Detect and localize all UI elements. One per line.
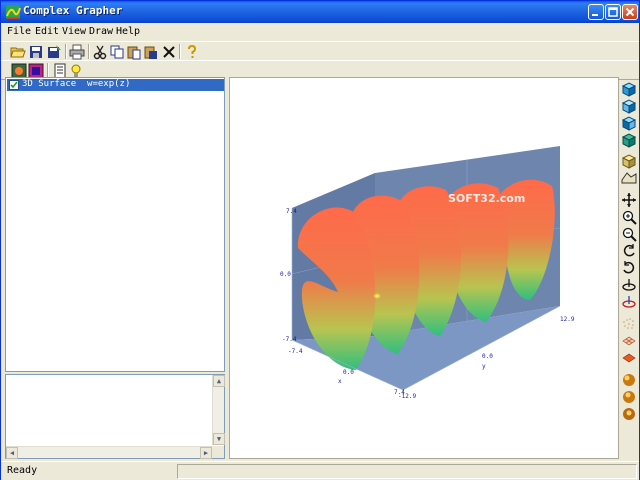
close-button[interactable] [622,4,638,20]
cut-icon[interactable] [92,44,108,60]
rotate-z-icon[interactable] [621,277,637,293]
z-tick-top: 7.4 [286,208,297,215]
paste-special-icon[interactable] [143,44,159,60]
status-bar: Ready [1,461,639,480]
main-toolbar [1,41,639,61]
list-item[interactable]: 3D Surface w=exp(z) [7,79,224,91]
x-tick-mid: 0.0 [343,369,354,376]
view-side-cube-icon[interactable] [621,115,637,131]
reset-rotate-icon[interactable] [621,294,637,310]
minimize-button[interactable] [588,4,604,20]
save-as-icon[interactable] [46,44,62,60]
graph-item-label: 3D Surface w=exp(z) [22,79,131,89]
graph-canvas[interactable]: 7.4 0.0 -7.4 -7.4 0.0 7.4 x 0.0 y 12.9 -… [229,77,619,459]
scroll-up-button[interactable]: ▲ [213,375,225,387]
watermark: SOFT32.com [448,192,525,205]
sphere-light-1-icon[interactable] [621,372,637,388]
menu-file[interactable]: File [7,26,31,37]
view-top-cube-icon[interactable] [621,98,637,114]
vertical-scrollbar[interactable]: ▲ ▼ [212,375,225,445]
menu-edit[interactable]: Edit [35,26,59,37]
minimize-icon [592,14,598,16]
zoom-out-icon[interactable] [621,226,637,242]
surface-plot[interactable]: 7.4 0.0 -7.4 -7.4 0.0 7.4 x 0.0 y 12.9 -… [230,78,620,460]
scroll-down-button[interactable]: ▼ [213,433,225,445]
rotate-x-icon[interactable] [621,243,637,259]
y-tick-front: 0.0 [482,353,493,360]
maximize-button[interactable] [605,4,621,20]
graph-list-panel[interactable]: 3D Surface w=exp(z) [5,77,225,372]
zoom-in-icon[interactable] [621,209,637,225]
horizontal-scrollbar[interactable]: ◀ ▶ [6,446,212,459]
window-title: Complex Grapher [23,4,123,17]
title-bar[interactable]: Complex Grapher [1,1,639,23]
scroll-left-button[interactable]: ◀ [6,447,18,459]
menu-bar: File Edit View Draw Help [1,23,639,41]
print-icon[interactable] [69,44,85,60]
view-iso-cube-icon[interactable] [621,132,637,148]
scroll-right-button[interactable]: ▶ [200,447,212,459]
status-text: Ready [7,465,38,476]
y-tick-right: 12.9 [560,316,575,323]
view-toolbar [620,77,639,459]
visible-checkbox[interactable] [9,80,19,90]
toolbar-separator [88,44,90,59]
close-icon [625,7,635,17]
x-tick-left: -7.4 [288,348,303,355]
save-icon[interactable] [28,44,44,60]
paste-icon[interactable] [126,44,142,60]
scroll-corner [212,446,224,458]
checkmark-icon [10,81,18,89]
surface-view-icon[interactable] [621,170,637,186]
delete-icon[interactable] [161,44,177,60]
sphere-light-2-icon[interactable] [621,389,637,405]
z-tick-mid: 0.0 [280,271,291,278]
box-view-icon[interactable] [621,153,637,169]
rotate-y-icon[interactable] [621,260,637,276]
menu-view[interactable]: View [62,26,86,37]
mesh-icon[interactable] [621,333,637,349]
help-icon[interactable] [184,44,200,60]
copy-icon[interactable] [109,44,125,60]
toolbar-separator [65,44,67,59]
open-folder-icon[interactable] [10,44,26,60]
y-axis-label: y [482,363,486,370]
app-window: Complex Grapher File Edit View Draw Help [0,0,640,480]
z-tick-bottom: -7.4 [282,336,297,343]
shaded-icon[interactable] [621,350,637,366]
sphere-light-3-icon[interactable] [621,406,637,422]
details-panel[interactable]: ▲ ▼ ◀ ▶ [5,374,225,459]
view-front-cube-icon[interactable] [621,81,637,97]
toolbar-separator [179,44,181,59]
pan-icon[interactable] [621,192,637,208]
app-logo-icon [6,5,21,19]
toolbar-separator [47,63,49,78]
maximize-icon [608,7,618,17]
y-tick-left: -12.9 [398,393,416,400]
menu-help[interactable]: Help [116,26,140,37]
grid-dots-icon[interactable] [621,316,637,332]
menu-draw[interactable]: Draw [89,26,113,37]
status-pane [177,464,637,479]
x-axis-label: x [338,378,342,385]
